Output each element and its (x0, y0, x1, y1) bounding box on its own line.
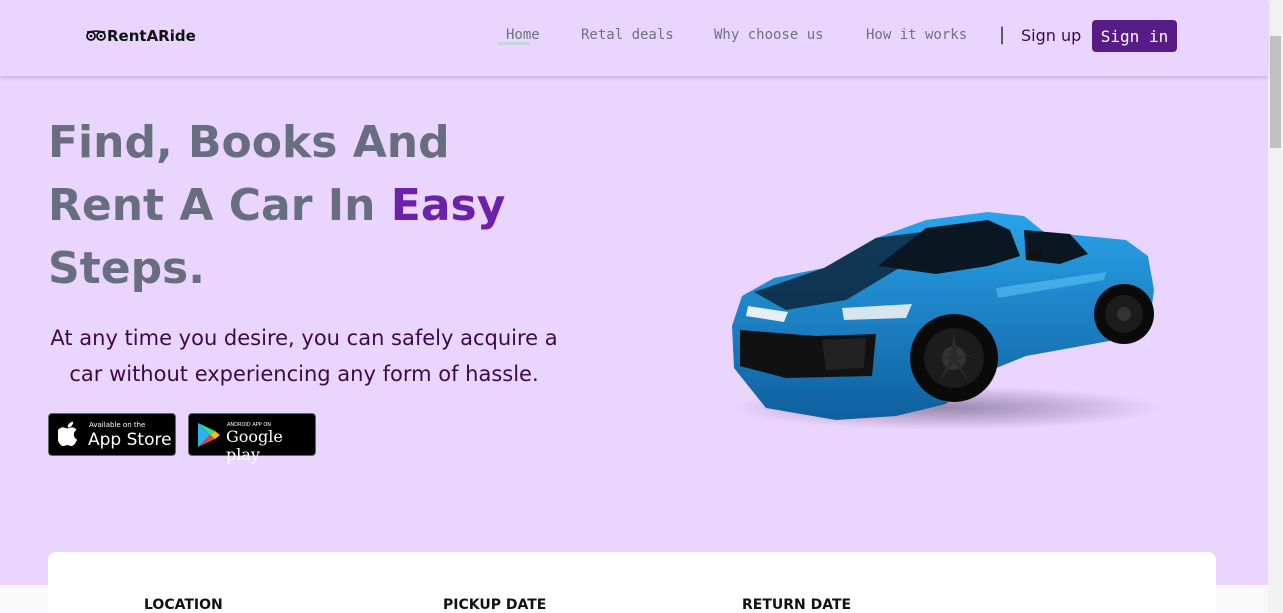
nav-active-indicator (498, 42, 530, 45)
app-store-big-text: App Store (88, 430, 172, 450)
google-play-icon (198, 423, 220, 447)
nav-link-how-it-works[interactable]: How it works (866, 27, 967, 43)
google-play-big-text: Google play (226, 427, 283, 464)
apple-icon (58, 421, 78, 447)
nav-link-home[interactable]: Home (506, 27, 540, 43)
hero-title-line-3: Steps. (48, 243, 205, 294)
hero-title-line-1: Find, Books And (48, 117, 450, 168)
nav-separator: | (999, 24, 1006, 45)
sign-in-button[interactable]: Sign in (1092, 20, 1177, 52)
google-play-button[interactable]: ANDROID APP ON Google play (188, 413, 316, 464)
hero-title: Find, Books And Rent A Car In Easy Steps… (48, 111, 568, 300)
top-navbar: RentARide Home Retal deals Why choose us… (0, 0, 1268, 76)
hero-car-image (731, 212, 1156, 430)
logo-text: RentARide (107, 27, 196, 45)
app-store-button[interactable]: Available on the App Store (48, 413, 176, 456)
hero-title-line-2: Rent A Car In (48, 180, 391, 231)
nav-link-why-choose-us[interactable]: Why choose us (714, 27, 824, 43)
scrollbar-thumb[interactable] (1270, 36, 1281, 148)
logo[interactable]: RentARide (86, 27, 196, 45)
pickup-date-label: PICKUP DATE (443, 597, 547, 613)
nav-link-rental-deals[interactable]: Retal deals (581, 27, 674, 43)
location-label: LOCATION (144, 597, 223, 613)
owl-logo-icon (86, 30, 106, 41)
booking-form-card (48, 552, 1216, 613)
app-store-small-text: Available on the (89, 421, 146, 429)
hero-subtitle: At any time you desire, you can safely a… (50, 326, 558, 386)
sign-up-link[interactable]: Sign up (1021, 26, 1081, 45)
hero-title-highlight: Easy (390, 180, 506, 231)
return-date-label: RETURN DATE (742, 597, 852, 613)
